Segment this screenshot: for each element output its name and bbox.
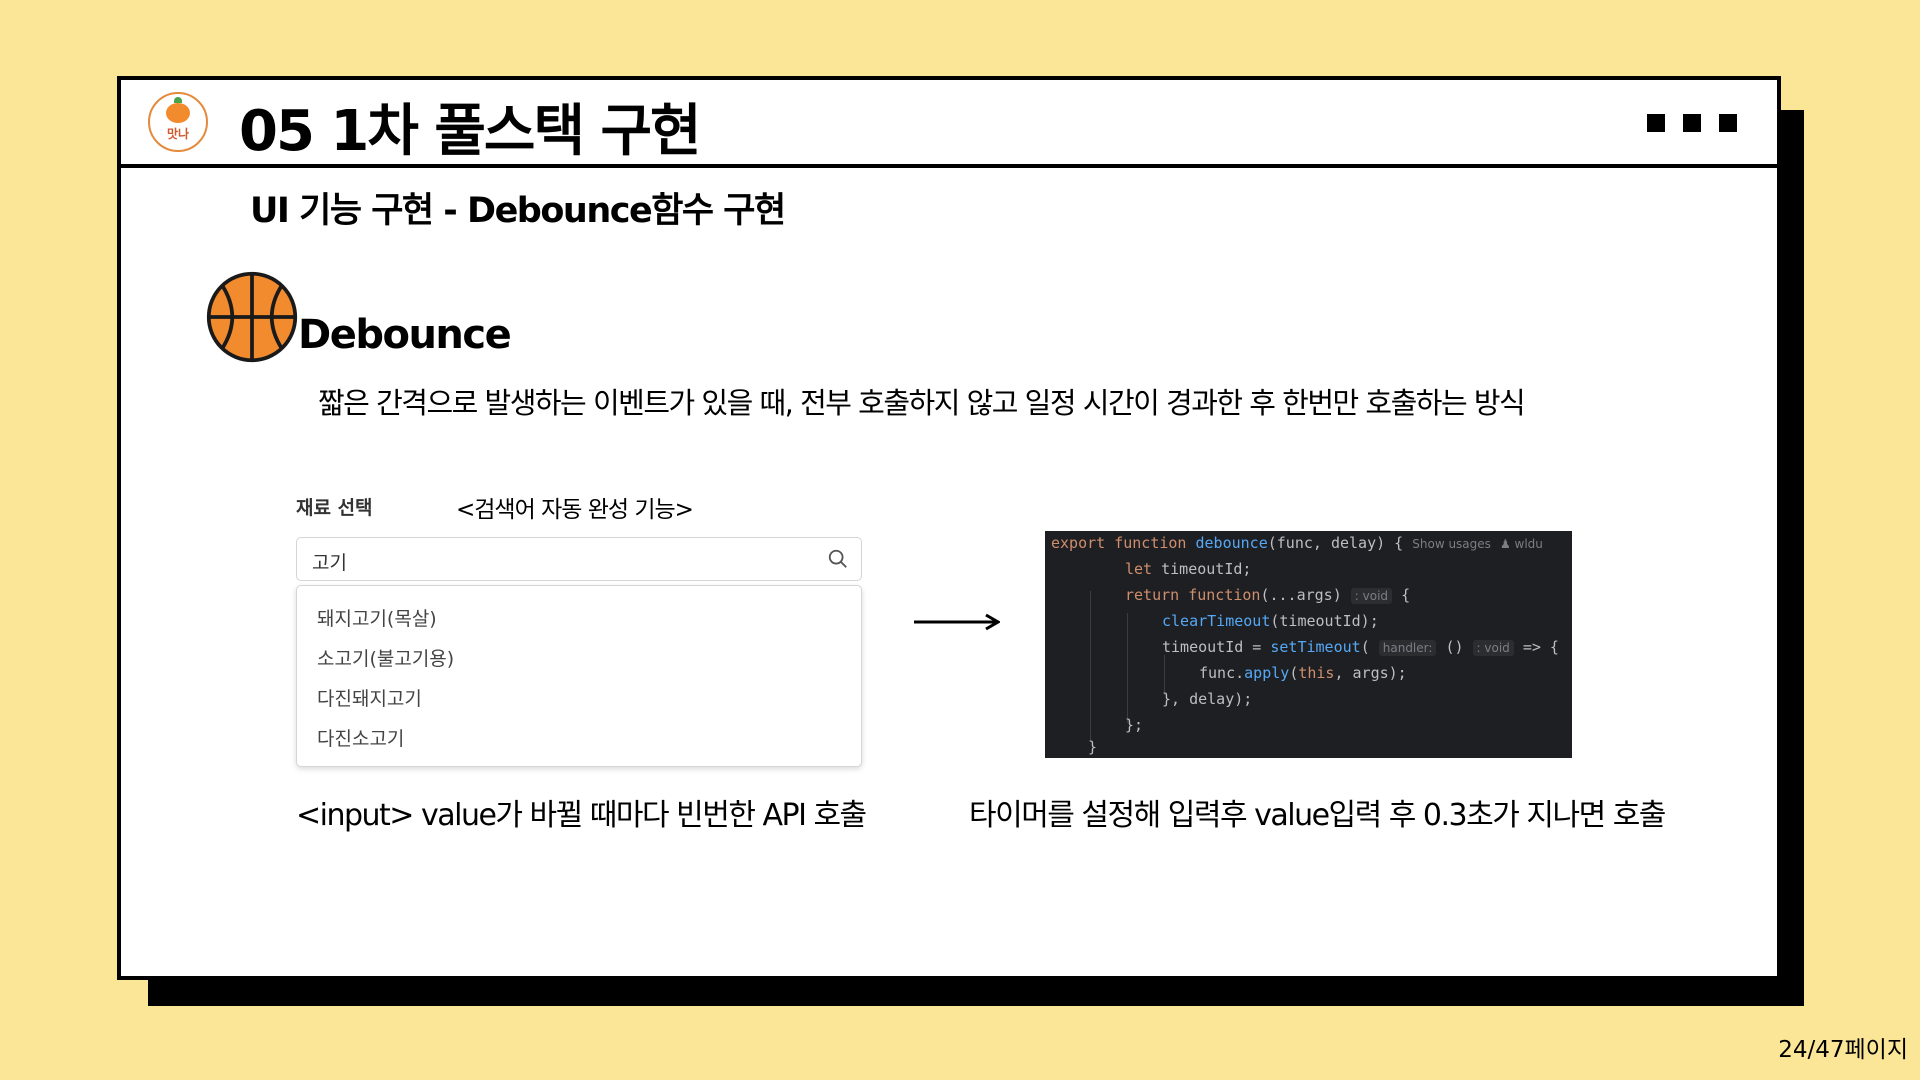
logo-text: 맛나 [166, 126, 190, 141]
dot-icon [1719, 114, 1737, 132]
tangerine-icon [166, 96, 190, 123]
code-line: clearTimeout(timeoutId); [1162, 612, 1379, 630]
slide: 맛나 05 1차 풀스택 구현 UI 기능 구현 - Debounce함수 구현… [117, 76, 1781, 980]
code-line: let timeoutId; [1125, 560, 1252, 578]
section-description: 짧은 간격으로 발생하는 이벤트가 있을 때, 전부 호출하지 않고 일정 시간… [318, 386, 1526, 420]
indent-guide [1127, 613, 1128, 723]
list-item[interactable]: 다진돼지고기 [317, 684, 422, 711]
dot-icon [1683, 114, 1701, 132]
list-item[interactable]: 다진소고기 [317, 724, 404, 751]
author-hint: wldu [1514, 537, 1543, 551]
list-item[interactable]: 돼지고기(목살) [317, 604, 437, 631]
search-value: 고기 [312, 552, 347, 574]
code-line: timeoutId = setTimeout( handler: () : vo… [1162, 638, 1559, 656]
page-number: 24/47페이지 [1778, 1037, 1908, 1063]
ingredient-label: 재료 선택 [296, 497, 373, 519]
brand-logo: 맛나 [148, 92, 208, 152]
basketball-icon [206, 271, 298, 363]
indent-guide [1090, 591, 1091, 741]
code-line: return function(...args) : void { [1125, 586, 1411, 604]
autocomplete-caption: <검색어 자동 완성 기능> [456, 497, 694, 523]
arrow-right-icon [914, 613, 1000, 631]
code-line: } [1088, 738, 1098, 756]
window-dots [1647, 114, 1737, 132]
search-icon[interactable] [827, 548, 849, 570]
void-hint: : void [1472, 640, 1514, 656]
slide-subtitle: UI 기능 구현 - Debounce함수 구현 [250, 191, 786, 231]
code-line: }, delay); [1162, 690, 1253, 708]
void-hint: : void [1350, 588, 1393, 604]
slide-title: 05 1차 풀스택 구현 [239, 99, 702, 164]
code-snippet: export function debounce(func, delay) { … [1045, 531, 1572, 758]
slide-header: 맛나 05 1차 풀스택 구현 [121, 80, 1777, 168]
list-item[interactable]: 소고기(불고기용) [317, 644, 454, 671]
handler-hint: handler: [1378, 640, 1437, 656]
code-line: func.apply(this, args); [1199, 664, 1407, 682]
indent-guide [1164, 655, 1165, 695]
code-line: export function debounce(func, delay) { … [1051, 534, 1543, 552]
show-usages-hint: Show usages [1412, 537, 1491, 551]
caption-right: 타이머를 설정해 입력후 value입력 후 0.3초가 지나면 호출 [969, 798, 1666, 833]
caption-left: <input> value가 바뀔 때마다 빈번한 API 호출 [296, 798, 867, 833]
search-input[interactable]: 고기 [296, 537, 862, 581]
code-line: }; [1125, 716, 1144, 734]
suggestion-dropdown: 돼지고기(목살) 소고기(불고기용) 다진돼지고기 다진소고기 [296, 585, 862, 767]
dot-icon [1647, 114, 1665, 132]
section-title: Debounce [298, 312, 512, 358]
